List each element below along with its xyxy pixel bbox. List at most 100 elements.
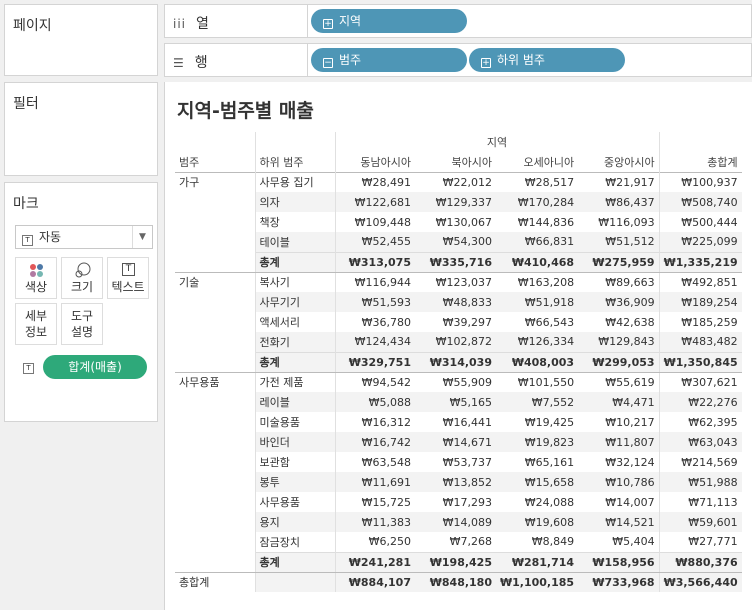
size-icon xyxy=(75,262,91,278)
subtotal-cell: ₩313,075 xyxy=(334,251,415,273)
sales-cell: ₩11,807 xyxy=(578,432,660,452)
sales-cell: ₩14,671 xyxy=(415,432,496,452)
column-header[interactable]: 중앙아시아 xyxy=(578,152,659,172)
sales-cell: ₩54,300 xyxy=(415,232,496,252)
sales-cell: ₩307,621 xyxy=(658,372,742,392)
sales-cell: ₩48,833 xyxy=(415,292,496,312)
sales-cell: ₩22,276 xyxy=(658,392,742,412)
sales-cell: ₩51,512 xyxy=(578,232,660,252)
table-row: 보관함 ₩63,548 ₩53,737 ₩65,161 ₩32,124 ₩214,569 xyxy=(175,452,742,472)
filters-card[interactable]: 필터 xyxy=(4,82,158,176)
sales-cell: ₩89,663 xyxy=(605,275,655,289)
sales-cell: ₩5,088 xyxy=(334,392,415,412)
subcategory-label: 봉투 xyxy=(254,472,335,492)
columns-shelf-label: iii 열 xyxy=(173,13,209,33)
subcategory-label: 사무용품 xyxy=(254,492,335,512)
rows-shelf-label: ☰ 행 xyxy=(173,52,208,72)
subcategory-pill-label: 하위 범주 xyxy=(497,53,545,67)
subcategory-label: 사무용 집기 xyxy=(254,172,335,192)
sales-cell: ₩100,937 xyxy=(658,172,742,192)
column-header[interactable]: 하위 범주 xyxy=(254,152,335,172)
subcategory-label: 가전 제품 xyxy=(254,372,335,392)
table-row: 용지 ₩11,383 ₩14,089 ₩19,608 ₩14,521 ₩59,601 xyxy=(175,512,742,532)
chevron-down-icon: ▼ xyxy=(132,226,152,248)
column-header[interactable]: 범주 xyxy=(175,152,255,172)
sales-cell: ₩5,404 xyxy=(612,535,655,549)
subcategory-spacer xyxy=(254,571,335,592)
table-row: 레이블 ₩5,088 ₩5,165 ₩7,552 ₩4,471 ₩22,276 xyxy=(175,392,742,412)
tooltip-button[interactable]: 도구 설명 xyxy=(61,303,103,345)
table-row: 바인더 ₩16,742 ₩14,671 ₩19,823 ₩11,807 ₩63,043 xyxy=(175,432,742,452)
table-row: 책장 ₩109,448 ₩130,067 ₩144,836 ₩116,093 ₩500,4… xyxy=(175,212,742,232)
column-header[interactable]: 북아시아 xyxy=(415,152,496,172)
sales-cell: ₩101,550 xyxy=(517,375,575,389)
color-label: 색상 xyxy=(24,280,48,294)
subcategory-label: 전화기 xyxy=(254,332,335,352)
text-button[interactable]: T 텍스트 xyxy=(107,257,149,299)
category-spacer xyxy=(175,232,255,252)
sales-cell: ₩39,297 xyxy=(442,315,492,329)
category-label: 사무용품 xyxy=(179,376,220,390)
subcategory-label: 액세서리 xyxy=(254,312,335,332)
table-row: 봉투 ₩11,691 ₩13,852 ₩15,658 ₩10,786 ₩51,988 xyxy=(175,472,742,492)
subcategory-pill[interactable]: + 하위 범주 xyxy=(469,48,625,72)
subtotal-cell: ₩314,039 xyxy=(415,351,496,373)
color-button[interactable]: 색상 xyxy=(15,257,57,299)
category-pill[interactable]: − 범주 xyxy=(311,48,467,72)
sales-cell: ₩51,988 xyxy=(658,472,742,492)
column-header[interactable]: 오세아니아 xyxy=(496,152,578,172)
header-region-group: 지역 xyxy=(334,132,660,152)
measure-pill[interactable]: 합계(매출) xyxy=(43,355,147,379)
category-label: 기술 xyxy=(179,276,200,290)
sales-cell: ₩51,593 xyxy=(334,292,415,312)
sales-cell: ₩10,786 xyxy=(578,472,660,492)
sales-cell: ₩7,268 xyxy=(449,535,492,549)
text-icon: T xyxy=(122,263,135,276)
sales-cell: ₩14,521 xyxy=(578,512,660,532)
shelf-divider xyxy=(307,44,308,76)
sales-cell: ₩65,161 xyxy=(524,455,575,469)
sales-cell: ₩144,836 xyxy=(517,215,575,229)
color-icon xyxy=(30,264,43,277)
sales-cell: ₩66,831 xyxy=(496,232,579,252)
subtotal-cell: ₩880,376 xyxy=(658,551,742,573)
sales-cell: ₩19,823 xyxy=(496,432,579,452)
sales-cell: ₩14,089 xyxy=(415,512,496,532)
header-spacer xyxy=(254,132,335,152)
table-row: 사무기기 ₩51,593 ₩48,833 ₩51,918 ₩36,909 ₩189,254 xyxy=(175,292,742,312)
column-header[interactable]: 총합계 xyxy=(658,152,742,172)
sales-cell: ₩16,742 xyxy=(334,432,415,452)
collapse-icon: − xyxy=(323,58,333,68)
table-row: 가구 사무용 집기 ₩28,491 ₩22,012 ₩28,517 ₩21,917 ₩100… xyxy=(175,172,742,192)
sales-cell: ₩123,037 xyxy=(435,275,492,289)
category-spacer xyxy=(175,252,255,273)
category-spacer xyxy=(175,212,255,232)
category-label: 가구 xyxy=(179,176,200,190)
column-header[interactable]: 동남아시아 xyxy=(334,152,415,172)
view-title: 지역-범주별 매출 xyxy=(177,100,314,122)
sales-cell: ₩94,542 xyxy=(334,372,415,392)
subtotal-row: 총계 ₩241,281 ₩198,425 ₩281,714 ₩158,956 ₩880,3… xyxy=(175,551,742,573)
sales-cell: ₩15,725 xyxy=(334,492,415,512)
category-spacer xyxy=(175,432,255,452)
subtotal-cell: ₩329,751 xyxy=(334,351,415,373)
category-spacer xyxy=(175,292,255,312)
detail-button[interactable]: 세부 정보 xyxy=(15,303,57,345)
mark-type-dropdown[interactable]: T 자동 ▼ xyxy=(15,225,153,249)
sales-cell: ₩483,482 xyxy=(658,332,742,352)
sales-cell: ₩11,691 xyxy=(334,472,415,492)
region-pill[interactable]: + 지역 xyxy=(311,9,467,33)
table-row: 사무용품 가전 제품 ₩94,542 ₩55,909 ₩101,550 ₩55,619 ₩3… xyxy=(175,372,742,392)
category-spacer xyxy=(175,332,255,352)
sales-cell: ₩42,638 xyxy=(605,315,655,329)
sales-cell: ₩13,852 xyxy=(415,472,496,492)
table-row: 기술 복사기 ₩116,944 ₩123,037 ₩163,208 ₩89,663 ₩492… xyxy=(175,272,742,292)
subcategory-label: 미술용품 xyxy=(254,412,335,432)
subtotal-cell: ₩1,335,219 xyxy=(658,251,742,273)
sales-cell: ₩170,284 xyxy=(496,192,579,212)
pages-card[interactable]: 페이지 xyxy=(4,4,158,76)
sales-cell: ₩62,395 xyxy=(658,412,742,432)
grand-total-label: 총합계 xyxy=(179,576,210,590)
size-button[interactable]: 크기 xyxy=(61,257,103,299)
category-pill-label: 범주 xyxy=(339,53,362,67)
